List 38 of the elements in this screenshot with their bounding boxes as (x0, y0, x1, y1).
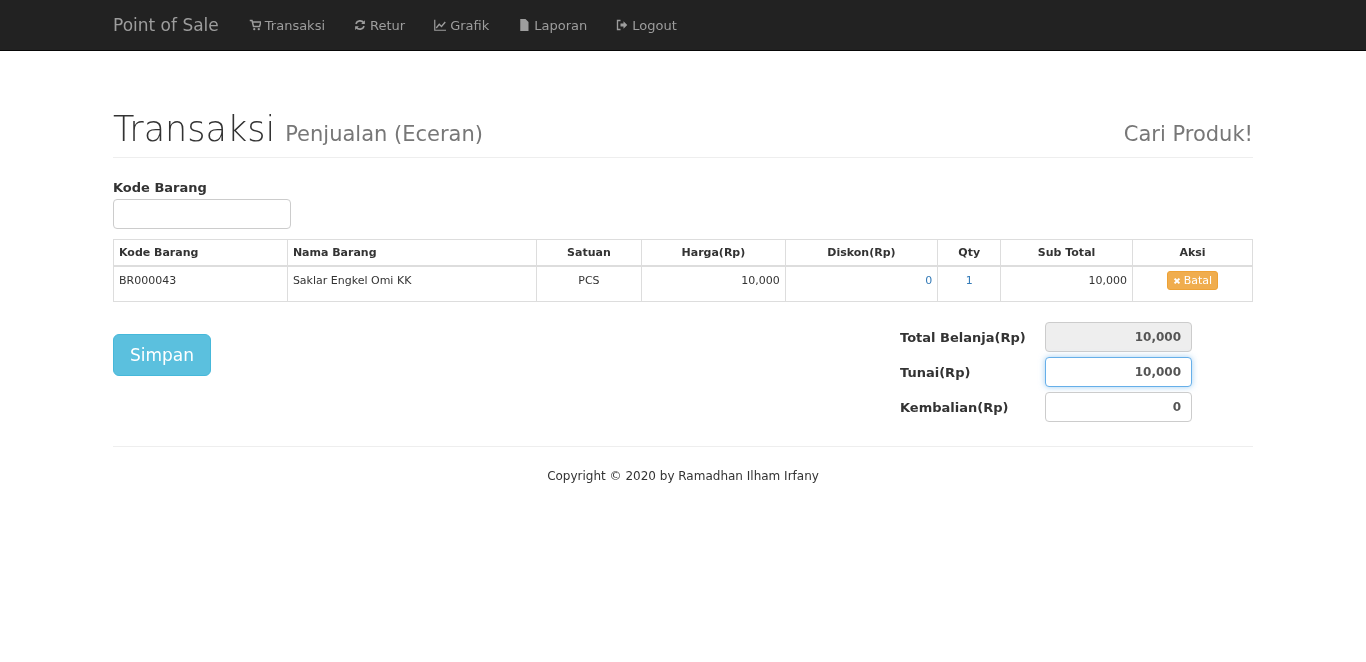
page-subtitle: Penjualan (Eceran) (285, 122, 483, 146)
column-header: Sub Total (1000, 239, 1133, 266)
search-product-link[interactable]: Cari Produk! (1123, 122, 1253, 146)
column-header: Diskon(Rp) (785, 239, 938, 266)
column-header: Satuan (536, 239, 642, 266)
column-header: Harga(Rp) (641, 239, 786, 266)
table-cell: Saklar Engkel Omi KK (287, 266, 537, 302)
editable-link[interactable]: 0 (925, 274, 933, 287)
nav-link[interactable]: Grafik (434, 17, 490, 33)
sign-out-icon (616, 19, 629, 31)
copyright-text: Copyright © 2020 by Ramadhan Ilham Irfany (546, 469, 820, 483)
amount-field[interactable]: 10,000 (1045, 357, 1192, 387)
editable-link[interactable]: 1 (965, 274, 973, 287)
nav-link[interactable]: Laporan (518, 17, 588, 33)
file-icon (518, 19, 531, 31)
close-icon (1172, 276, 1181, 285)
refresh-icon (354, 19, 367, 31)
nav-link[interactable]: Retur (354, 17, 406, 33)
column-header: Qty (937, 239, 1001, 266)
field-label: Total Belanja(Rp) (900, 329, 1027, 345)
table-cell: PCS (536, 266, 642, 302)
column-header: Aksi (1132, 239, 1253, 266)
column-header: Nama Barang (287, 239, 537, 266)
amount-field[interactable]: 0 (1045, 392, 1192, 422)
nav-link[interactable]: Transaksi (248, 17, 326, 33)
input-field[interactable] (113, 199, 291, 229)
nav-link[interactable]: Logout (616, 17, 677, 33)
field-label: Tunai(Rp) (900, 364, 972, 380)
line-chart-icon (434, 19, 447, 31)
brand-link[interactable]: Point of Sale (113, 15, 219, 35)
table-cell: 10,000 (1000, 266, 1133, 302)
table-cell: 10,000 (641, 266, 786, 302)
field-label: Kembalian(Rp) (900, 399, 1010, 415)
field-label: Kode Barang (113, 180, 207, 195)
cart-icon (248, 19, 261, 31)
page-title: Transaksi (113, 109, 276, 149)
column-header: Kode Barang (113, 239, 288, 266)
table-cell: BR000043 (113, 266, 288, 302)
